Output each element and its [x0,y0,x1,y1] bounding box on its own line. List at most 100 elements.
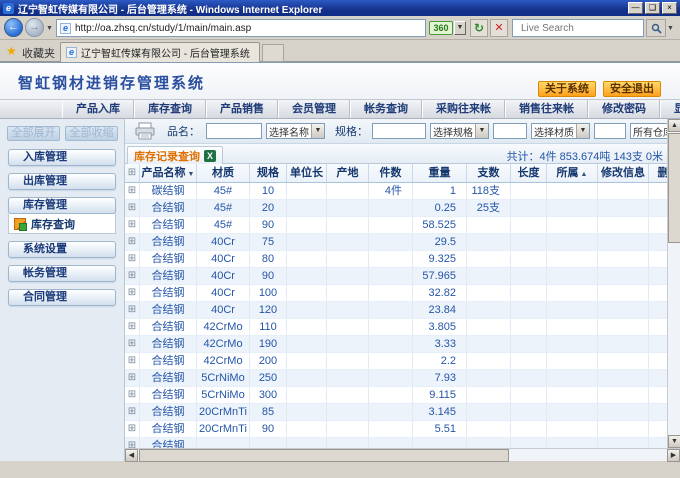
excel-export-icon[interactable]: X [204,150,216,162]
search-dropdown-icon[interactable]: ▼ [667,25,674,32]
horizontal-scroll-thumb[interactable] [139,449,509,462]
menu-item-6[interactable]: 销售往来帐 [505,100,588,118]
badge-360[interactable]: 360 [429,21,453,35]
minimize-button[interactable]: — [628,2,643,14]
table-row[interactable]: ⊞合结钢5CrNiMo3009.115 [125,387,667,404]
vertical-scrollbar[interactable]: ▲ ▼ [667,119,680,448]
back-button[interactable]: ← [4,18,23,37]
expand-icon[interactable]: ⊞ [125,336,140,353]
header-cell-6[interactable]: 重量 [413,164,467,182]
menu-item-4[interactable]: 帐务查询 [350,100,422,118]
close-button[interactable]: × [662,2,677,14]
expand-icon[interactable]: ⊞ [125,353,140,370]
scroll-left-icon[interactable]: ◀ [125,449,138,462]
badge-360-dropdown-icon[interactable]: ▼ [454,21,466,35]
nav-dropdown-icon[interactable]: ▼ [46,25,53,32]
name-select[interactable]: 选择名称 ▼ [266,123,325,139]
header-cell-7[interactable]: 支数 [467,164,511,182]
header-cell-5[interactable]: 件数 [369,164,413,182]
expand-icon[interactable]: ⊞ [125,421,140,438]
expand-icon[interactable]: ⊞ [125,404,140,421]
refresh-button[interactable]: ↻ [470,19,488,37]
sidebar-group-3[interactable]: 系统设置 [8,241,116,258]
logout-button[interactable]: 安全退出 [603,81,661,97]
favorites-label[interactable]: 收藏夹 [22,45,55,61]
expand-icon[interactable]: ⊞ [125,319,140,336]
sidebar-group-1[interactable]: 出库管理 [8,173,116,190]
menu-item-7[interactable]: 修改密码 [588,100,660,118]
expand-icon[interactable]: ⊞ [125,217,140,234]
scroll-down-icon[interactable]: ▼ [668,435,680,448]
expand-icon[interactable]: ⊞ [125,251,140,268]
header-cell-4[interactable]: 产地 [327,164,369,182]
menu-item-3[interactable]: 会员管理 [278,100,350,118]
menu-item-5[interactable]: 采购往来帐 [422,100,505,118]
header-cell-11[interactable]: 删除 [649,164,667,182]
warehouse-input[interactable] [594,123,626,139]
table-row[interactable]: ⊞合结钢42CrMo1903.33 [125,336,667,353]
sidebar-group-2[interactable]: 库存管理 [8,197,116,214]
live-search-input[interactable] [521,23,653,34]
address-input[interactable] [75,23,422,34]
expand-icon[interactable]: ⊞ [125,285,140,302]
expand-all-icon[interactable]: ⊞ [125,164,140,182]
table-row[interactable]: ⊞合结钢45#200.2525支 [125,200,667,217]
address-field[interactable]: e [56,19,426,37]
scroll-right-icon[interactable]: ▶ [667,449,680,462]
sidebar-group-4[interactable]: 帐务管理 [8,265,116,282]
search-magnifier-button[interactable] [646,19,666,37]
expand-all-button[interactable]: 全部展开 [7,126,60,141]
table-row[interactable]: ⊞合结钢20CrMnTi853.145 [125,404,667,421]
table-row[interactable]: ⊞合结钢42CrMo1103.805 [125,319,667,336]
header-cell-1[interactable]: 材质 [197,164,250,182]
material-input[interactable] [493,123,527,139]
forward-button[interactable]: → [25,18,44,37]
table-row[interactable]: ⊞合结钢40Cr10032.82 [125,285,667,302]
favorites-star-icon[interactable]: ★ [6,44,17,58]
table-row[interactable]: ⊞合结钢40Cr7529.5 [125,234,667,251]
expand-icon[interactable]: ⊞ [125,302,140,319]
content-tab-inventory-records[interactable]: 库存记录查询 X [127,146,223,164]
expand-icon[interactable]: ⊞ [125,234,140,251]
table-row[interactable]: ⊞合结钢42CrMo2002.2 [125,353,667,370]
header-cell-9[interactable]: 所属▲ [547,164,598,182]
table-row[interactable]: ⊞合结钢 [125,438,667,448]
table-row[interactable]: ⊞合结钢40Cr12023.84 [125,302,667,319]
sidebar-subitem-2-0[interactable]: 库存查询 [8,214,116,234]
live-search-box[interactable] [512,19,644,37]
collapse-all-button[interactable]: 全部收缩 [65,126,118,141]
menu-item-2[interactable]: 产品销售 [206,100,278,118]
new-tab-stub[interactable] [262,44,284,62]
table-row[interactable]: ⊞合结钢40Cr809.325 [125,251,667,268]
expand-icon[interactable]: ⊞ [125,370,140,387]
menu-item-1[interactable]: 库存查询 [134,100,206,118]
header-cell-3[interactable]: 单位长 [287,164,327,182]
spec-input[interactable] [372,123,426,139]
vertical-scroll-thumb[interactable] [668,133,680,243]
table-row[interactable]: ⊞合结钢5CrNiMo2507.93 [125,370,667,387]
material-select[interactable]: 选择材质 ▼ [531,123,590,139]
stop-button[interactable]: ✕ [490,19,508,37]
expand-icon[interactable]: ⊞ [125,183,140,200]
menu-item-0[interactable]: 产品入库 [62,100,134,118]
expand-icon[interactable]: ⊞ [125,200,140,217]
header-cell-0[interactable]: 产品名称▼ [140,164,197,182]
product-name-input[interactable] [206,123,262,139]
sidebar-group-5[interactable]: 合同管理 [8,289,116,306]
scroll-up-icon[interactable]: ▲ [668,119,680,132]
horizontal-scrollbar[interactable]: ◀ ▶ [125,448,680,461]
table-row[interactable]: ⊞合结钢45#9058.525 [125,217,667,234]
spec-select[interactable]: 选择规格 ▼ [430,123,489,139]
header-cell-8[interactable]: 长度 [511,164,547,182]
table-row[interactable]: ⊞合结钢40Cr9057.965 [125,268,667,285]
restore-button[interactable]: ❑ [645,2,660,14]
menu-item-8[interactable]: 显示桌面 [660,100,680,118]
browser-tab[interactable]: e 辽宁智虹传媒有限公司 - 后台管理系统 [60,42,260,62]
expand-icon[interactable]: ⊞ [125,268,140,285]
expand-icon[interactable]: ⊞ [125,387,140,404]
header-cell-2[interactable]: 规格 [250,164,287,182]
about-system-button[interactable]: 关于系统 [538,81,596,97]
table-row[interactable]: ⊞碳结钢45#104件1118支 [125,183,667,200]
printer-icon[interactable] [133,122,157,140]
table-row[interactable]: ⊞合结钢20CrMnTi905.51 [125,421,667,438]
